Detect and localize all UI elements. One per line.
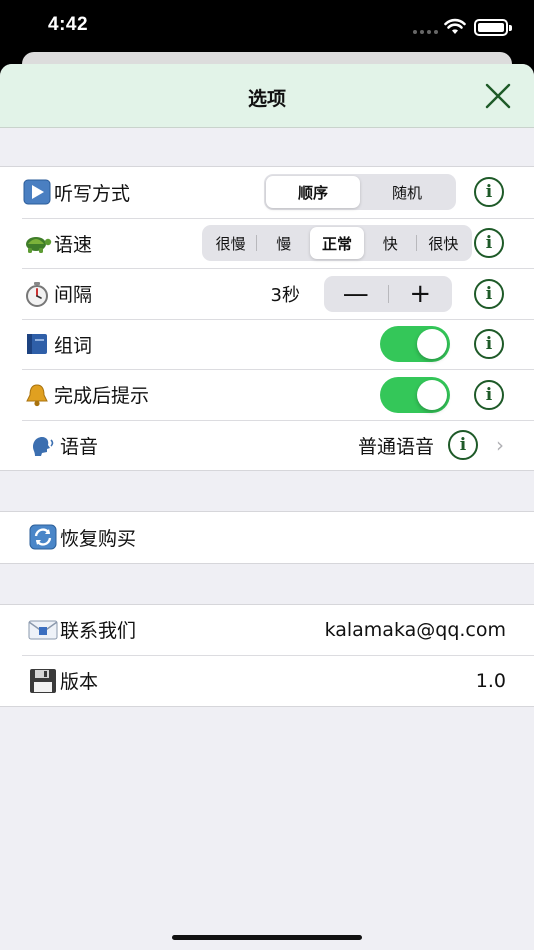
segment-very-slow[interactable]: 很慢	[204, 227, 258, 259]
speed-segment: 很慢 慢 正常 快 很快	[202, 225, 472, 262]
purchase-group: 恢复购买	[0, 511, 534, 564]
segment-sequential[interactable]: 顺序	[266, 176, 360, 209]
segment-slow[interactable]: 慢	[257, 227, 310, 259]
info-icon[interactable]: i	[474, 278, 504, 309]
page-title: 选项	[247, 88, 286, 110]
increment-button[interactable]: +	[389, 276, 453, 312]
info-icon[interactable]: i	[474, 329, 504, 360]
row-word-group: 组词 i	[22, 318, 534, 370]
stopwatch-icon	[22, 280, 52, 308]
segment-normal-label: 正常	[322, 234, 353, 253]
home-indicator[interactable]	[172, 935, 362, 940]
status-bar: 4:42	[0, 0, 534, 58]
dictation-mode-segment: 顺序 随机	[264, 174, 456, 211]
row-dictation-mode: 听写方式 顺序 随机 i	[22, 167, 534, 218]
contact-label: 联系我们	[60, 620, 137, 643]
book-icon	[22, 330, 52, 358]
signal-dots-icon	[413, 30, 438, 34]
voice-label: 语音	[60, 435, 99, 458]
restore-purchase-label: 恢复购买	[60, 527, 137, 550]
segment-fast-label: 快	[382, 234, 398, 253]
word-group-toggle[interactable]	[380, 326, 450, 363]
interval-value: 3秒	[270, 284, 300, 306]
version-value: 1.0	[475, 669, 506, 692]
close-icon[interactable]	[484, 82, 512, 110]
refresh-icon	[28, 523, 58, 551]
settings-group: 听写方式 顺序 随机 i 语速 很慢 慢 正常 快 很快 i 间隔 3秒 — +…	[0, 166, 534, 471]
row-contact[interactable]: 联系我们 kalamaka@qq.com	[22, 605, 534, 656]
row-speed: 语速 很慢 慢 正常 快 很快 i	[22, 217, 534, 269]
version-label: 版本	[60, 671, 99, 694]
status-time: 4:42	[48, 14, 89, 35]
envelope-icon	[28, 616, 58, 644]
bell-icon	[22, 381, 52, 409]
dictation-mode-label: 听写方式	[54, 182, 131, 205]
word-group-label: 组词	[54, 334, 93, 357]
row-interval: 间隔 3秒 — + i	[22, 268, 534, 319]
info-icon[interactable]: i	[474, 177, 504, 208]
finish-alert-label: 完成后提示	[54, 385, 150, 408]
segment-normal[interactable]: 正常	[310, 227, 364, 260]
speaking-head-icon	[28, 431, 58, 459]
floppy-disk-icon	[28, 667, 58, 695]
speed-label: 语速	[54, 233, 93, 256]
info-icon[interactable]: i	[448, 430, 478, 461]
interval-stepper: — +	[324, 275, 453, 312]
contact-email: kalamaka@qq.com	[324, 618, 506, 641]
row-version: 版本 1.0	[22, 655, 534, 706]
options-sheet: 选项 听写方式 顺序 随机 i 语速 很慢 慢 正常 快 很快 i 间隔 3秒 …	[0, 64, 534, 950]
segment-fast[interactable]: 快	[364, 227, 417, 259]
segment-very-fast[interactable]: 很快	[417, 227, 470, 259]
play-icon	[22, 178, 52, 206]
segment-slow-label: 慢	[276, 234, 292, 253]
segment-very-fast-label: 很快	[428, 234, 459, 253]
decrement-button[interactable]: —	[324, 276, 388, 312]
interval-label: 间隔	[54, 284, 93, 307]
chevron-right-icon: ›	[496, 433, 504, 458]
info-icon[interactable]: i	[474, 379, 504, 410]
segment-random[interactable]: 随机	[360, 176, 454, 208]
segment-very-slow-label: 很慢	[215, 234, 246, 253]
row-restore-purchase[interactable]: 恢复购买	[22, 512, 534, 563]
info-icon[interactable]: i	[474, 228, 504, 259]
voice-value: 普通语音	[357, 435, 434, 458]
wifi-icon	[444, 18, 466, 34]
finish-alert-toggle[interactable]	[380, 376, 450, 413]
navigation-bar: 选项	[0, 64, 534, 128]
about-group: 联系我们 kalamaka@qq.com 版本 1.0	[0, 603, 534, 707]
row-voice[interactable]: 语音 普通语音 i ›	[22, 419, 534, 471]
battery-icon	[474, 19, 512, 36]
row-finish-alert: 完成后提示 i	[22, 369, 534, 420]
turtle-icon	[22, 229, 52, 257]
